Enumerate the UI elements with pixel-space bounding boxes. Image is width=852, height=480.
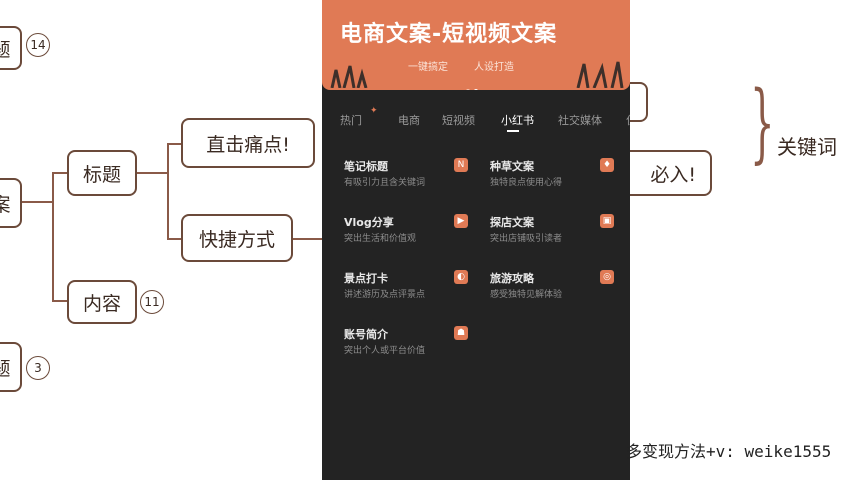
carousel-dot-active[interactable] (474, 89, 478, 90)
tab-more[interactable]: 位 (626, 112, 630, 128)
brace-icon: } (750, 73, 775, 173)
template-card-vlog[interactable]: Vlog分享 突出生活和价值观 ▶ (344, 214, 468, 260)
connector (22, 201, 52, 203)
banner-subtitle-left: 一键搞定 (408, 62, 448, 73)
store-icon: ▣ (600, 214, 614, 228)
node-text: 快捷方式 (198, 228, 275, 251)
card-desc: 突出个人或平台价值 (344, 346, 426, 356)
note-icon: N (454, 158, 468, 172)
card-title: 旅游攻略 (490, 272, 534, 285)
keyword-label: 关键词 (777, 135, 837, 159)
tab-social-media[interactable]: 社交媒体 (558, 112, 602, 128)
plant-decoration (572, 58, 628, 89)
connector (52, 300, 68, 302)
card-title: Vlog分享 (344, 216, 394, 229)
template-card-recommend[interactable]: 种草文案 独特良点使用心得 ♦ (490, 158, 614, 204)
banner-title: 电商文案-短视频文案 (340, 22, 558, 47)
connector (167, 238, 181, 240)
card-desc: 感受独特见解体验 (490, 290, 563, 300)
template-card-note-title[interactable]: 笔记标题 有吸引力且含关键词 N (344, 158, 468, 204)
card-desc: 独特良点使用心得 (490, 178, 563, 188)
card-desc: 突出生活和价值观 (344, 234, 417, 244)
mindmap-node-bottom-left[interactable]: 题 (0, 342, 22, 392)
compass-icon: ◎ (600, 270, 614, 284)
card-desc: 突出店铺吸引读者 (490, 234, 563, 244)
count-badge: 3 (26, 356, 50, 380)
diamond-icon: ♦ (600, 158, 614, 172)
card-desc: 有吸引力且含关键词 (344, 178, 426, 188)
card-desc: 讲述游历及点评景点 (344, 290, 426, 300)
card-title: 笔记标题 (344, 160, 388, 173)
banner[interactable]: 电商文案-短视频文案 一键搞定 人设打造 (322, 0, 630, 90)
card-title: 种草文案 (490, 160, 534, 173)
banner-subtitle-right: 人设打造 (474, 62, 514, 73)
tab-hot[interactable]: 热门 (340, 112, 362, 128)
connector (293, 238, 322, 240)
card-title: 账号简介 (344, 328, 388, 341)
node-text: 题 (0, 357, 11, 380)
template-card-scenic-checkin[interactable]: 景点打卡 讲述游历及点评景点 ◐ (344, 270, 468, 316)
connector (167, 143, 169, 240)
node-text: 直击痛点! (206, 133, 290, 156)
tab-ecommerce[interactable]: 电商 (398, 112, 420, 128)
template-card-store-visit[interactable]: 探店文案 突出店铺吸引读者 ▣ (490, 214, 614, 260)
template-card-travel-guide[interactable]: 旅游攻略 感受独特见解体验 ◎ (490, 270, 614, 316)
promo-text: 多变现方法+v: weike1555 (626, 442, 832, 461)
node-text: 内容 (82, 292, 121, 315)
location-icon: ◐ (454, 270, 468, 284)
count-badge: 14 (26, 33, 50, 57)
sparkle-icon: ✦ (370, 106, 378, 116)
mindmap-node-top-left[interactable]: 题 (0, 26, 22, 70)
category-tabs: 热门 ✦ 电商 短视频 小红书 社交媒体 位 (322, 104, 630, 134)
tab-short-video[interactable]: 短视频 (442, 112, 475, 128)
carousel-indicator[interactable] (466, 78, 482, 90)
connector (167, 143, 181, 145)
node-text: 必入! (650, 163, 696, 186)
node-text: 标题 (82, 163, 121, 186)
mindmap-node-title[interactable]: 标题 (67, 150, 137, 196)
count-badge: 11 (140, 290, 164, 314)
play-icon: ▶ (454, 214, 468, 228)
card-title: 探店文案 (490, 216, 534, 229)
mindmap-node-shortcut[interactable]: 快捷方式 (181, 214, 293, 262)
mindmap-node-mid-left[interactable]: 案 (0, 178, 22, 228)
connector (52, 172, 68, 174)
active-tab-indicator (507, 130, 519, 132)
node-text: 题 (0, 38, 11, 61)
connector (137, 172, 167, 174)
template-card-account-intro[interactable]: 账号简介 突出个人或平台价值 ☗ (344, 326, 468, 372)
phone-app: 电商文案-短视频文案 一键搞定 人设打造 热门 ✦ 电商 短视频 小红书 社交媒… (322, 0, 630, 480)
user-icon: ☗ (454, 326, 468, 340)
mindmap-node-pain-point[interactable]: 直击痛点! (181, 118, 315, 168)
carousel-dot[interactable] (466, 89, 470, 90)
tab-xiaohongshu[interactable]: 小红书 (501, 112, 534, 128)
card-title: 景点打卡 (344, 272, 388, 285)
plant-decoration (328, 62, 388, 89)
node-text: 案 (0, 193, 11, 216)
mindmap-node-content[interactable]: 内容 (67, 280, 137, 324)
connector (52, 172, 54, 302)
